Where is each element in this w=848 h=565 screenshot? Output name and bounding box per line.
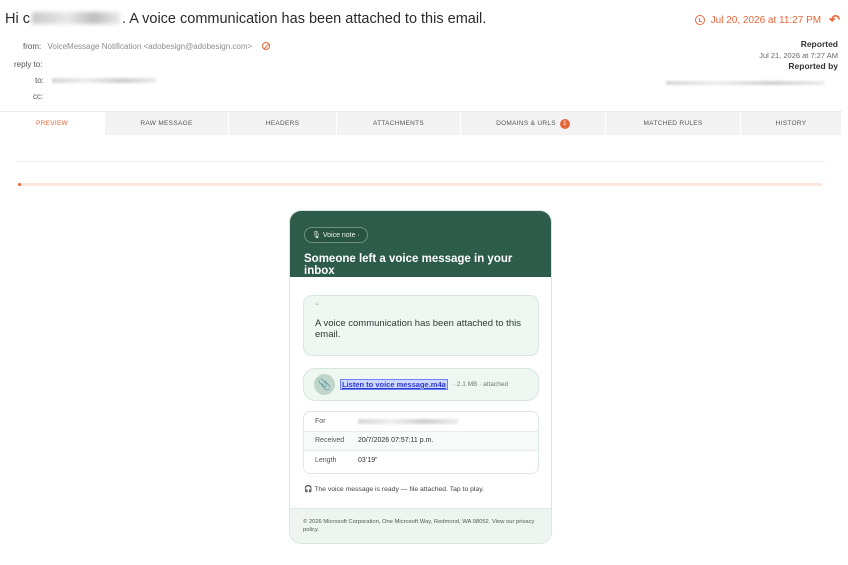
quote-mark-icon: “ bbox=[315, 301, 319, 313]
subject-text: . A voice communication has been attache… bbox=[121, 11, 487, 27]
detail-row-for: For bbox=[304, 412, 538, 432]
redacted-recipient bbox=[52, 78, 157, 84]
ready-note-text: 🎧 The voice message is ready — file atta… bbox=[304, 486, 484, 493]
tab-bar: PREVIEW RAW MESSAGE HEADERS ATTACHMENTS … bbox=[0, 111, 842, 135]
tab-raw-message[interactable]: RAW MESSAGE bbox=[105, 112, 229, 135]
tab-headers[interactable]: HEADERS bbox=[229, 112, 337, 135]
cc-label: cc: bbox=[33, 92, 44, 101]
from-value[interactable]: VoiceMessage Notification <adobesign@ado… bbox=[47, 42, 252, 51]
ready-note: 🎧 The voice message is ready — file atta… bbox=[304, 485, 484, 493]
clock-icon bbox=[694, 15, 705, 25]
attachment-meta: · 2.1 MB · attached bbox=[452, 381, 509, 388]
to-row: to: bbox=[35, 76, 157, 85]
voice-note-pill: 🎙 Voice note · bbox=[304, 227, 368, 243]
subject-prefix: Hi c bbox=[5, 11, 30, 27]
received-date-text: Jul 20, 2026 at 11:27 PM bbox=[710, 14, 822, 26]
blocked-sender-icon[interactable] bbox=[262, 42, 271, 50]
message-viewer: Hi c . A voice communication has been att… bbox=[0, 0, 848, 565]
tab-matched-rules[interactable]: MATCHED RULES bbox=[606, 112, 741, 135]
redacted-for-value bbox=[358, 418, 458, 424]
tab-preview[interactable]: PREVIEW bbox=[0, 112, 105, 135]
progress-fill bbox=[18, 183, 21, 186]
attachment-row: 📎 Listen to voice message.m4a · 2.1 MB ·… bbox=[303, 368, 539, 401]
quote-box: “ A voice communication has been attache… bbox=[303, 295, 539, 356]
detail-row-length: Length 03’19” bbox=[315, 457, 378, 465]
tab-history[interactable]: HISTORY bbox=[741, 112, 842, 135]
redacted-reporter bbox=[660, 74, 824, 92]
detail-row-received: Received 20/7/2026 07:57:11 p.m. bbox=[304, 431, 538, 451]
reply-icon[interactable]: ↶ bbox=[829, 12, 840, 28]
reported-date: Jul 21, 2026 at 7:27 AM bbox=[759, 51, 838, 60]
received-date: Jul 20, 2026 at 11:27 PM ↶ bbox=[694, 12, 840, 28]
attachment-link[interactable]: Listen to voice message.m4a bbox=[340, 379, 448, 390]
tab-attachments[interactable]: ATTACHMENTS bbox=[337, 112, 461, 135]
reply-to-label: reply to: bbox=[14, 60, 43, 69]
email-subject: Hi c . A voice communication has been att… bbox=[5, 11, 486, 27]
divider bbox=[17, 161, 825, 162]
domains-count-badge: 1 bbox=[559, 118, 570, 129]
to-label: to: bbox=[35, 76, 44, 85]
email-preview-card: 🎙 Voice note · Someone left a voice mess… bbox=[289, 210, 552, 544]
card-header: 🎙 Voice note · Someone left a voice mess… bbox=[290, 211, 551, 277]
card-footer: © 2026 Microsoft Corporation, One Micros… bbox=[290, 508, 551, 543]
redacted-name bbox=[31, 12, 120, 24]
from-row: from: VoiceMessage Notification <adobesi… bbox=[23, 42, 271, 51]
cc-row: cc: bbox=[33, 92, 43, 101]
details-table: For Received 20/7/2026 07:57:11 p.m. Len… bbox=[303, 411, 539, 474]
quote-text: A voice communication has been attached … bbox=[315, 318, 521, 340]
reported-label: Reported bbox=[800, 39, 838, 49]
loading-progress-bar bbox=[18, 183, 822, 186]
from-label: from: bbox=[23, 42, 42, 51]
tab-domains-urls[interactable]: DOMAINS & URLS 1 bbox=[461, 112, 606, 135]
voice-note-label: 🎙 Voice note · bbox=[312, 232, 360, 239]
reply-to-row: reply to: bbox=[14, 60, 42, 69]
card-headline: Someone left a voice message in your inb… bbox=[304, 253, 513, 277]
reported-by-label: Reported by bbox=[788, 61, 838, 71]
paperclip-icon: 📎 bbox=[314, 374, 335, 395]
